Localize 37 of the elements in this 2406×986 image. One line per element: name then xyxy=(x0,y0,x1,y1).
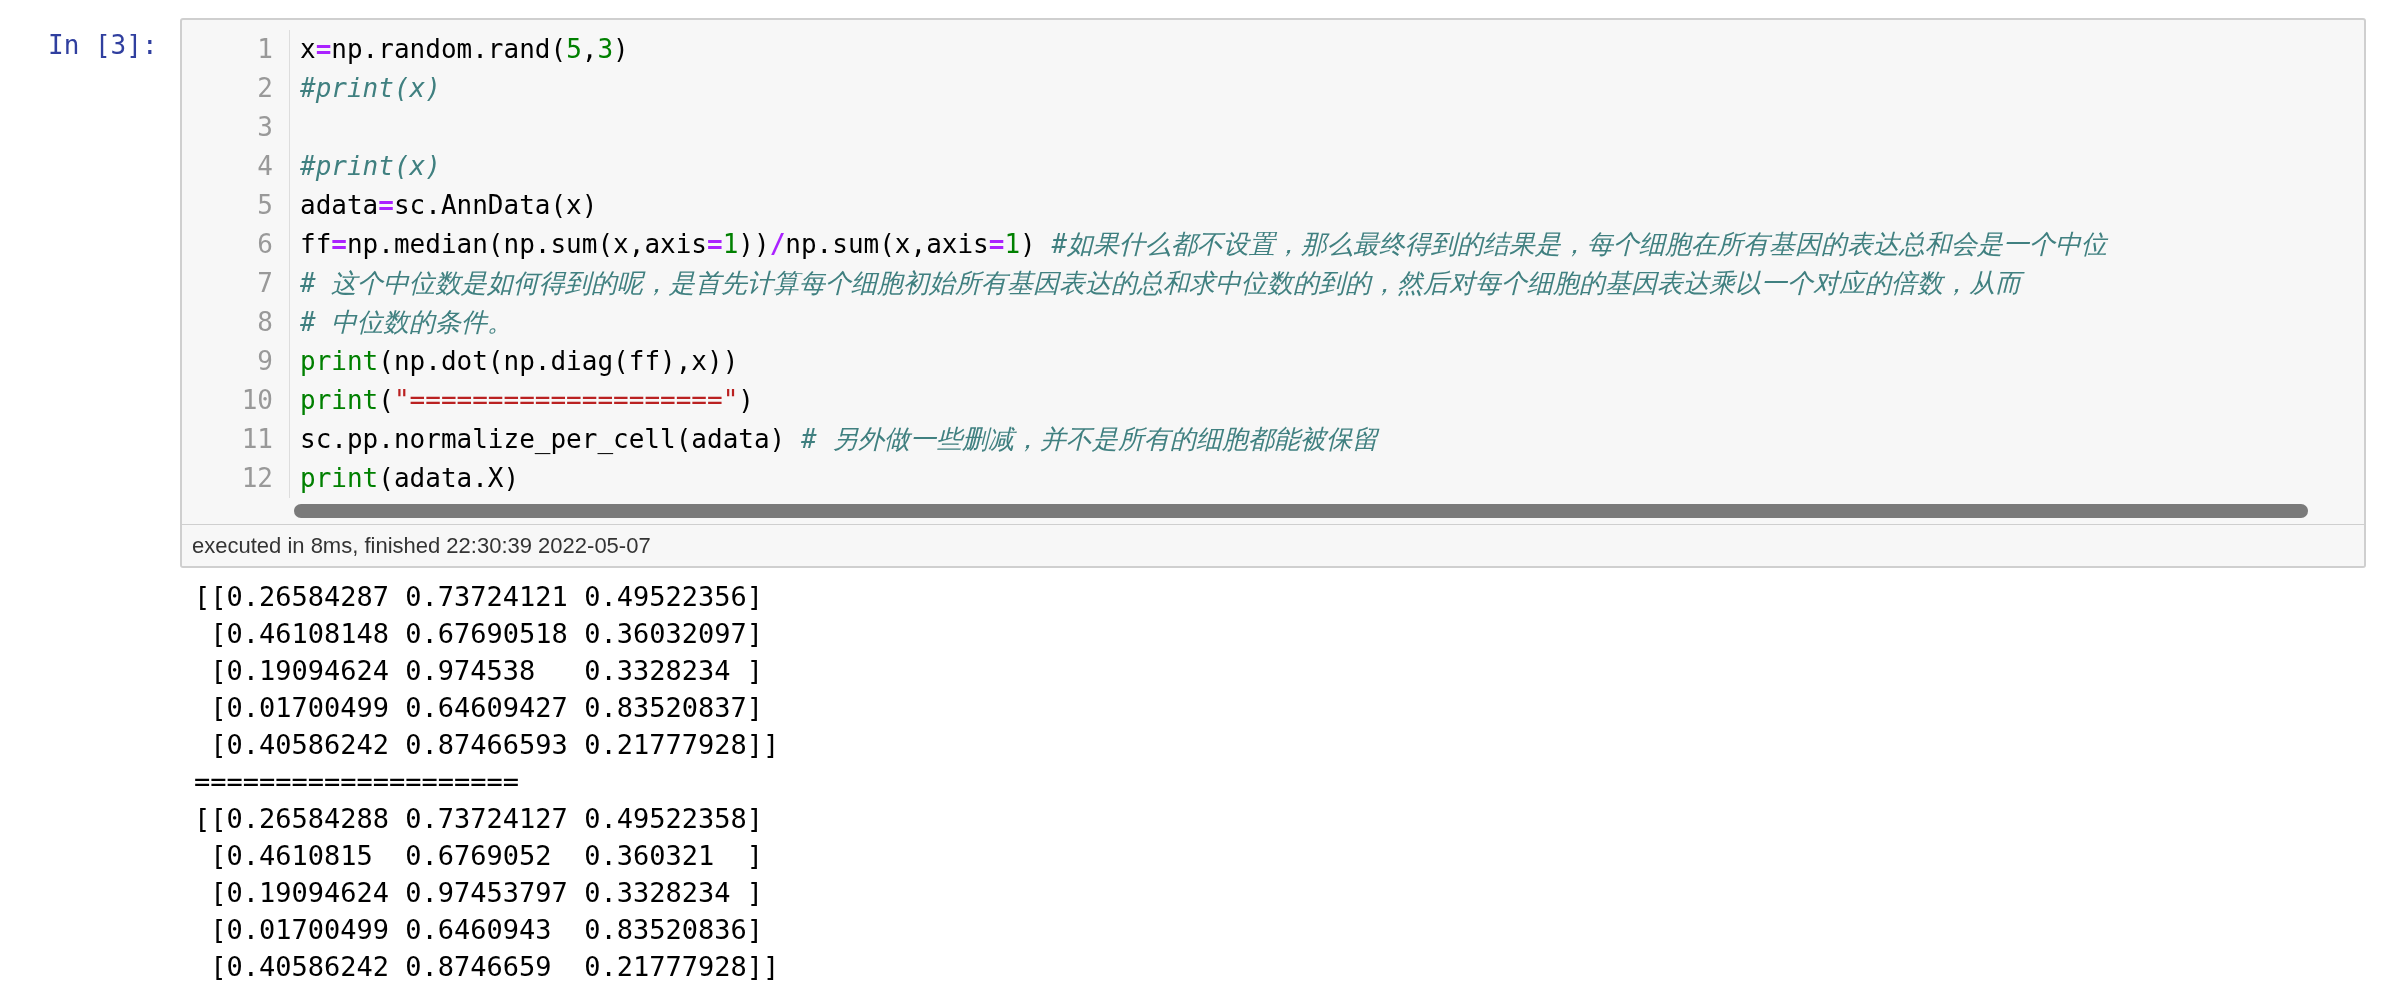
output-line: [0.19094624 0.97453797 0.3328234 ] xyxy=(209,876,763,910)
code-line: print(adata.X) xyxy=(300,462,520,495)
output-line: [0.40586242 0.87466593 0.21777928]] xyxy=(209,728,780,762)
code-line: adata=sc.AnnData(x) xyxy=(300,189,598,222)
output-line: [0.4610815 0.6769052 0.360321 ] xyxy=(209,839,763,873)
line-number: 3 xyxy=(256,111,273,144)
line-number: 8 xyxy=(256,306,273,339)
code-line: print("====================") xyxy=(300,384,754,417)
line-number: 4 xyxy=(256,150,273,183)
line-number: 2 xyxy=(256,72,273,105)
line-number: 6 xyxy=(256,228,273,261)
code-line: #print(x) xyxy=(300,150,441,183)
code-line: x=np.random.rand(5,3) xyxy=(300,33,629,66)
line-number: 1 xyxy=(256,33,273,66)
output-line: [0.19094624 0.974538 0.3328234 ] xyxy=(209,654,763,688)
output-line: [0.46108148 0.67690518 0.36032097] xyxy=(209,617,763,651)
execution-status: executed in 8ms, finished 22:30:39 2022-05-07 xyxy=(182,524,2364,566)
line-number: 10 xyxy=(240,384,273,417)
output-line: [0.01700499 0.64609427 0.83520837] xyxy=(209,691,763,725)
prompt-label: In [3]: xyxy=(48,30,158,60)
code-line: print(np.dot(np.diag(ff),x)) xyxy=(300,345,739,378)
code-line: sc.pp.normalize_per_cell(adata) # 另外做一些删减，并不是所有的细胞都能被保留 xyxy=(300,423,1379,456)
line-number: 12 xyxy=(240,462,273,495)
scrollbar-thumb[interactable] xyxy=(294,504,2308,518)
line-number: 9 xyxy=(256,345,273,378)
line-number: 5 xyxy=(256,189,273,222)
line-number: 11 xyxy=(240,423,273,456)
code-cell[interactable] xyxy=(180,18,2366,568)
output-line: [[0.26584287 0.73724121 0.49522356] xyxy=(194,580,763,614)
output-line: [[0.26584288 0.73724127 0.49522358] xyxy=(194,802,763,836)
line-number: 7 xyxy=(256,267,273,300)
code-line: ff=np.median(np.sum(x,axis=1))/np.sum(x,axis=1) #如果什么都不设置，那么最终得到的结果是，每个细胞在所有基因的表达总和会是一个中位 xyxy=(300,228,2108,261)
output-line: [0.40586242 0.8746659 0.21777928]] xyxy=(209,950,780,984)
output-line: [0.01700499 0.6460943 0.83520836] xyxy=(209,913,763,947)
code-line: # 中位数的条件。 xyxy=(300,306,514,339)
output-line: ==================== xyxy=(194,765,520,799)
code-line: #print(x) xyxy=(300,72,441,105)
